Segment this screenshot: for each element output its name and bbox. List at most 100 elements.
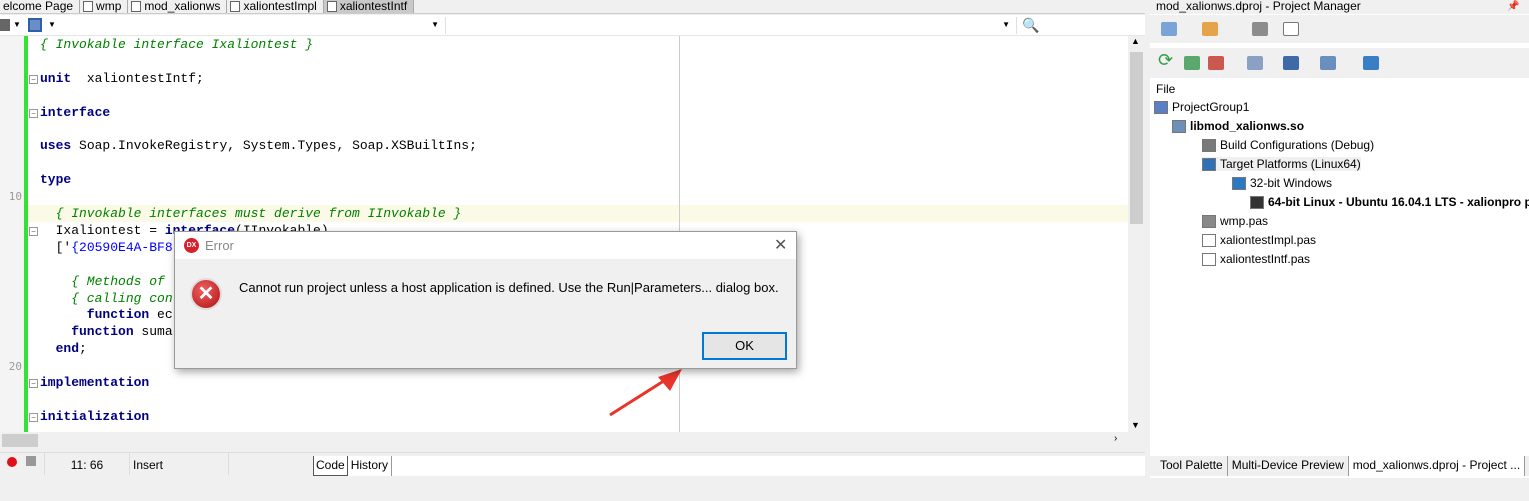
horizontal-scrollbar[interactable]: › [0, 432, 1128, 449]
stop-macro-icon[interactable] [26, 456, 36, 466]
editor-tab[interactable]: mod_xalionws [128, 0, 228, 13]
code-token: type [40, 172, 72, 188]
new-item-icon[interactable] [1161, 22, 1177, 36]
tree-item-label: xaliontestImpl.pas [1220, 233, 1317, 247]
unit-file-icon [326, 1, 337, 12]
tree-item[interactable]: libmod_xalionws.so [1172, 119, 1304, 133]
chevron-down-icon[interactable]: ▼ [48, 20, 56, 29]
tree-item-label: ProjectGroup1 [1172, 100, 1250, 114]
expand-icon[interactable] [1184, 56, 1200, 70]
search-icon[interactable]: 🔍 [1022, 17, 1039, 34]
code-token: implementation [40, 375, 150, 390]
fold-toggle-icon[interactable]: − [29, 226, 38, 236]
pin-icon[interactable]: 📌 [1507, 1, 1519, 12]
code-line: interface [40, 105, 110, 121]
project-group-icon [1154, 100, 1168, 114]
code-line: { calling con [40, 291, 172, 307]
code-token: function [40, 307, 150, 323]
tab-code[interactable]: Code [313, 456, 348, 476]
form-file-icon [1202, 214, 1216, 228]
chevron-down-icon[interactable]: ▼ [13, 20, 21, 29]
editor-tab[interactable]: elcome Page [0, 0, 81, 13]
code-line: function ec [40, 307, 173, 323]
code-token: function [40, 324, 134, 340]
modified-lines-bar [24, 36, 28, 432]
scroll-up-icon[interactable]: ▲ [1131, 36, 1140, 46]
class-combo[interactable]: ▼ [62, 17, 446, 34]
unit-file-icon [1202, 233, 1216, 247]
tree-item[interactable]: Target Platforms (Linux64) [1202, 157, 1361, 171]
code-line: initialization [40, 409, 149, 425]
code-line: { Invokable interface Ixaliontest } [40, 37, 313, 53]
status-bar: 11: 66 Insert Code History [0, 452, 1145, 478]
scroll-thumb[interactable] [2, 434, 38, 447]
grid-view-icon[interactable] [1283, 22, 1299, 36]
tab-tool-palette[interactable]: Tool Palette [1150, 456, 1228, 476]
tab-label: mod_xalionws [144, 0, 221, 13]
tool-icon[interactable] [0, 19, 10, 31]
code-token: interface [40, 104, 111, 120]
folder-icon[interactable] [1252, 22, 1268, 36]
fold-toggle-icon[interactable]: − [29, 108, 38, 118]
file-column-header: File [1156, 82, 1176, 96]
tree-item[interactable]: xaliontestIntf.pas [1202, 252, 1310, 266]
scroll-down-icon[interactable]: ▼ [1131, 420, 1140, 430]
vertical-scrollbar[interactable]: ▲ ▼ [1128, 36, 1145, 432]
tree-item[interactable]: Build Configurations (Debug) [1202, 138, 1374, 152]
code-token: end [40, 341, 80, 357]
windows-icon [1232, 176, 1246, 190]
layers-icon [1202, 157, 1216, 171]
scroll-thumb[interactable] [1130, 52, 1143, 224]
scroll-right-icon[interactable]: › [1114, 433, 1117, 444]
tab-history[interactable]: History [348, 456, 393, 476]
tree-item-label: 64-bit Linux - Ubuntu 16.04.1 LTS - xali… [1268, 195, 1529, 209]
record-macro-icon[interactable] [7, 457, 17, 467]
tab-multi-device-preview[interactable]: Multi-Device Preview [1228, 456, 1349, 476]
tree-item[interactable]: wmp.pas [1202, 214, 1268, 228]
code-line: { Methods of [40, 274, 165, 290]
code-line: implementation [40, 375, 149, 391]
structure-icon[interactable] [28, 18, 42, 32]
tree-item[interactable]: ProjectGroup1 [1154, 100, 1249, 114]
editor-tab[interactable]: wmp [80, 0, 129, 13]
code-line: ['{20590E4A-BF8 [40, 240, 173, 256]
refresh-icon[interactable]: ⟳ [1158, 50, 1173, 71]
tree-item-label: xaliontestIntf.pas [1220, 252, 1311, 266]
tree-item[interactable]: 32-bit Windows [1232, 176, 1332, 190]
code-token: unit [40, 70, 72, 86]
project-toolbar-1 [1150, 15, 1529, 43]
project-icon [1172, 119, 1186, 133]
gears-icon [1202, 138, 1216, 152]
code-token: ec [149, 307, 173, 323]
tab-label: xaliontestIntf [339, 0, 408, 13]
tree-item-label: wmp.pas [1220, 214, 1269, 228]
tree-item-label: 32-bit Windows [1250, 176, 1333, 190]
ok-button[interactable]: OK [702, 332, 787, 360]
method-combo[interactable]: ▼ [447, 17, 1017, 34]
code-token: Ixaliontest = [40, 222, 165, 238]
fold-toggle-icon[interactable]: − [29, 412, 38, 422]
tab-label: xaliontestImpl [243, 0, 317, 13]
code-line: end; [40, 341, 87, 357]
code-line: { Invokable interfaces must derive from … [40, 206, 462, 222]
add-folder-icon[interactable] [1202, 22, 1218, 36]
code-line: function suma [40, 324, 172, 340]
sort-icon[interactable] [1247, 56, 1263, 70]
dependencies-icon[interactable] [1283, 56, 1299, 70]
tree-item[interactable]: xaliontestImpl.pas [1202, 233, 1316, 247]
editor-tab[interactable]: xaliontestIntf [323, 0, 415, 13]
build-all-icon[interactable] [1363, 56, 1379, 70]
fold-toggle-icon[interactable]: − [29, 379, 38, 388]
tree-item[interactable]: 64-bit Linux - Ubuntu 16.04.1 LTS - xali… [1250, 195, 1529, 209]
build-icon[interactable] [1320, 56, 1336, 70]
editor-tab[interactable]: xaliontestImpl [227, 0, 324, 13]
tab-project-manager[interactable]: mod_xalionws.dproj - Project ... [1348, 456, 1526, 476]
panel-title: mod_xalionws.dproj - Project Manager [1150, 0, 1529, 14]
tree-item-label: Target Platforms (Linux64) [1220, 157, 1361, 171]
close-icon[interactable]: ✕ [774, 235, 787, 255]
collapse-icon[interactable] [1208, 56, 1224, 70]
code-token: {20590E4A-BF8 [71, 239, 173, 255]
cursor-position: 11: 66 [44, 453, 130, 475]
fold-toggle-icon[interactable]: − [29, 74, 38, 84]
tree-item-label: libmod_xalionws.so [1190, 119, 1305, 133]
